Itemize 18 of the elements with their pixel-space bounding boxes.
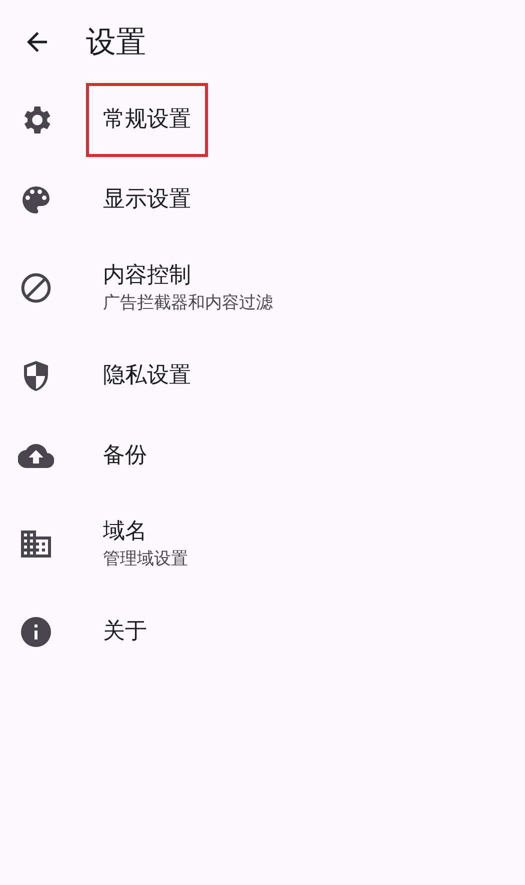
settings-item[interactable]: 内容控制 广告拦截器和内容过滤 [0, 240, 525, 336]
highlighted-item-title: 常规设置 [89, 86, 205, 154]
item-title: 备份 [103, 442, 147, 470]
page-title: 设置 [86, 24, 146, 62]
item-subtitle: 广告拦截器和内容过滤 [103, 292, 273, 315]
settings-item[interactable]: 隐私设置 [0, 336, 525, 416]
item-title: 显示设置 [103, 186, 191, 214]
item-title: 域名 [103, 518, 147, 546]
settings-item[interactable]: 域名 管理域设置 [0, 496, 525, 592]
settings-item[interactable]: 备份 [0, 416, 525, 496]
settings-item[interactable]: 显示设置 [0, 160, 525, 240]
item-title: 内容控制 [103, 262, 191, 290]
item-title: 关于 [103, 618, 147, 646]
item-subtitle: 管理域设置 [103, 548, 188, 571]
item-title: 隐私设置 [103, 362, 191, 390]
info-icon [18, 614, 54, 650]
settings-item[interactable]: 关于 [0, 592, 525, 672]
settings-item[interactable]: 常规设置 [0, 80, 525, 160]
